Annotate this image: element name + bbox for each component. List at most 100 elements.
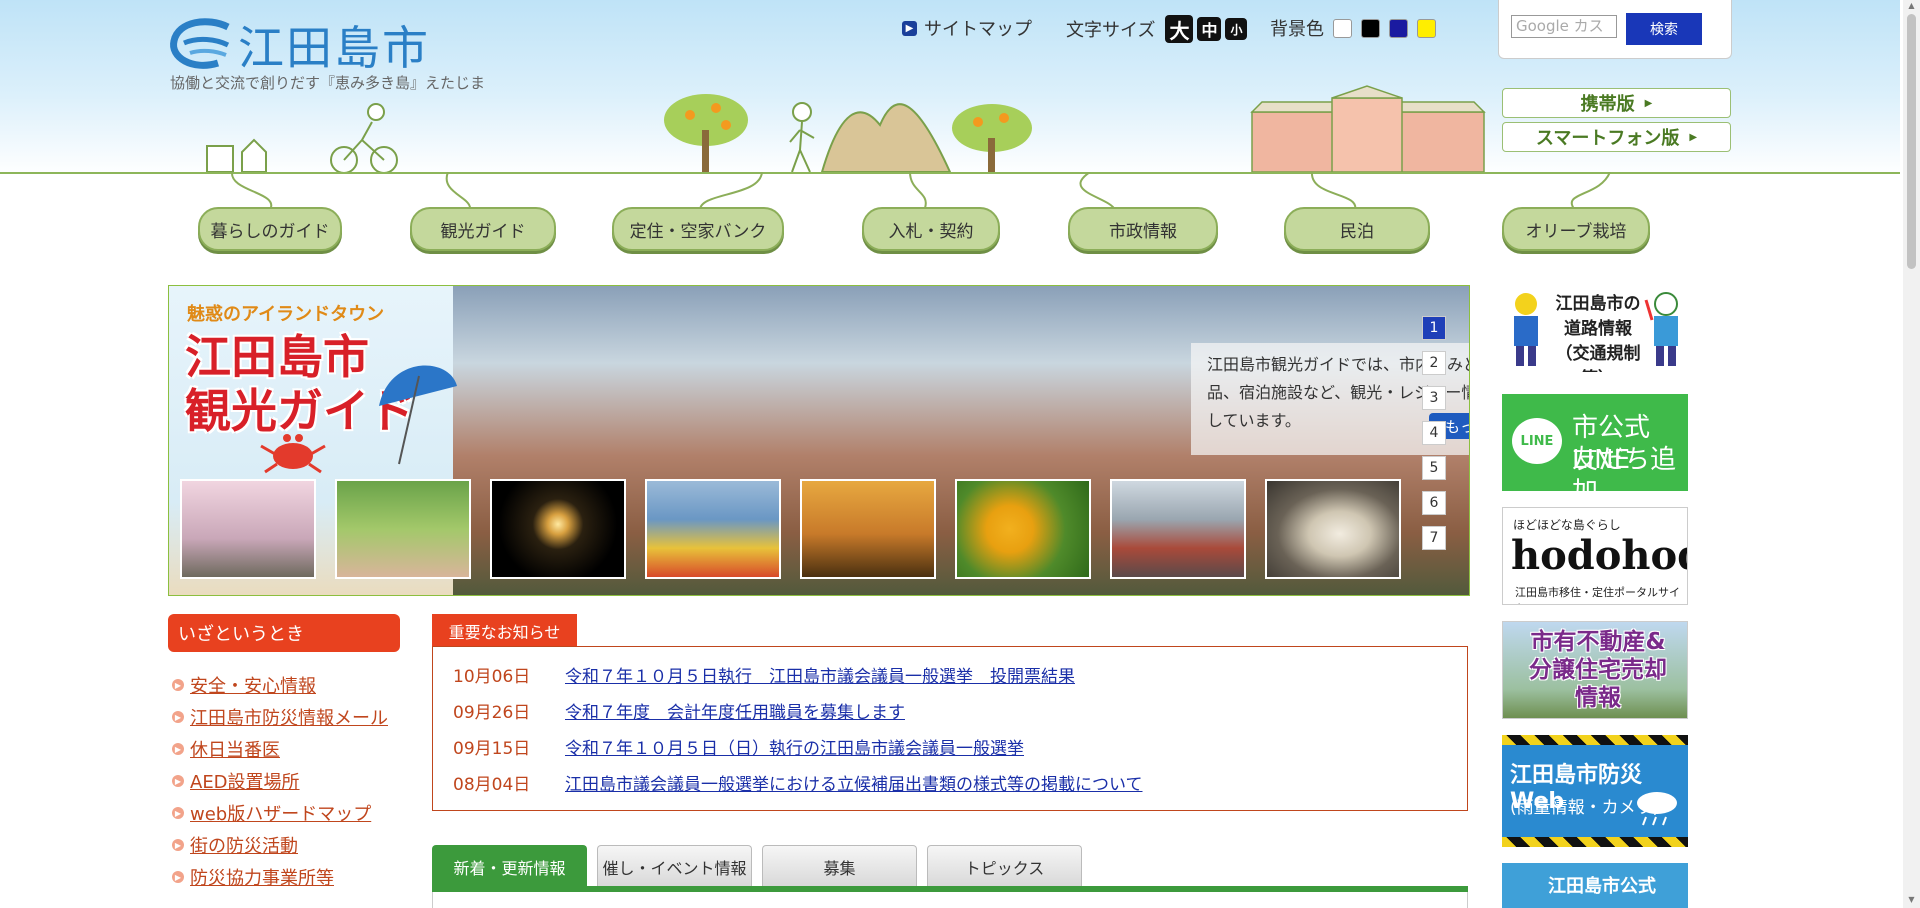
thumb-children-harvest[interactable] — [335, 479, 471, 579]
emergency-link-holiday-doctor[interactable]: ▶ 休日当番医 — [172, 736, 280, 762]
arrow-right-icon: ▶ — [172, 807, 184, 819]
bg-white-swatch[interactable] — [1333, 18, 1352, 38]
slide-button-6[interactable]: 6 — [1422, 491, 1446, 515]
emergency-link-label[interactable]: 休日当番医 — [190, 736, 280, 762]
worker-icon — [1514, 293, 1538, 366]
slide-button-7[interactable]: 7 — [1422, 526, 1446, 550]
emergency-link-label[interactable]: 江田島市防災情報メール — [190, 704, 388, 730]
notice-link[interactable]: 令和７年１０月５日（日）執行の江田島市議会議員一般選挙 — [565, 739, 1024, 759]
scroll-up-icon[interactable]: ▲ — [1907, 2, 1916, 10]
notice-item: 09月15日 令和７年１０月５日（日）執行の江田島市議会議員一般選挙 — [453, 734, 1024, 759]
tab-recruitment[interactable]: 募集 — [762, 845, 917, 887]
guard-icon — [1644, 292, 1678, 366]
notice-link[interactable]: 令和７年１０月５日執行 江田島市議会議員一般選挙 投開票結果 — [565, 667, 1075, 687]
real-estate-banner[interactable]: 市有不動産&分譲住宅売却情報 — [1502, 621, 1688, 719]
thumb-kayaking[interactable] — [645, 479, 781, 579]
line-friend-banner[interactable]: LINE 市公式LINE 友だち追加 — [1502, 394, 1688, 491]
parasol-icon — [379, 365, 457, 465]
search-button[interactable]: 検索 — [1626, 13, 1702, 45]
nav-settlement-vacant-house[interactable]: 定住・空家バンク — [612, 207, 784, 251]
tab-events[interactable]: 催し・イベント情報 — [597, 845, 752, 887]
house-illustration — [206, 138, 267, 173]
emergency-link-hazard-map[interactable]: ▶ web版ハザードマップ — [172, 800, 371, 826]
bg-yellow-swatch[interactable] — [1417, 18, 1436, 38]
nav-olive-farming[interactable]: オリーブ栽培 — [1502, 207, 1650, 251]
bg-color-control: 背景色 — [1270, 15, 1436, 41]
arrow-right-icon: ▶ — [172, 711, 184, 723]
emergency-link-aed[interactable]: ▶ AED設置場所 — [172, 768, 300, 794]
thumb-oysters[interactable] — [1265, 479, 1401, 579]
arrow-right-icon: ▶ — [172, 839, 184, 851]
emergency-link-cooperating-businesses[interactable]: ▶ 防災協力事業所等 — [172, 864, 334, 890]
font-size-medium-button[interactable]: 中 — [1197, 17, 1222, 41]
emergency-link-label[interactable]: AED設置場所 — [190, 768, 300, 794]
hodohodo-caption: 江田島市移住・定住ポータルサイト — [1515, 586, 1680, 604]
hazard-stripe-top — [1502, 735, 1688, 745]
hazard-stripe-bottom — [1502, 837, 1688, 847]
rain-cloud-icon — [1637, 792, 1677, 826]
slide-button-4[interactable]: 4 — [1422, 421, 1446, 445]
slide-button-5[interactable]: 5 — [1422, 456, 1446, 480]
emergency-link-label[interactable]: web版ハザードマップ — [190, 800, 371, 826]
important-notice-list: 10月06日 令和７年１０月５日執行 江田島市議会議員一般選挙 投開票結果 09月… — [432, 646, 1468, 811]
arrow-right-icon: ▶ — [172, 871, 184, 883]
header-illustration — [206, 85, 1486, 174]
bg-black-swatch[interactable] — [1361, 18, 1380, 38]
scrollbar-thumb[interactable] — [1907, 14, 1916, 269]
promo-subtitle: 魅惑のアイランドタウン — [187, 304, 385, 325]
font-size-control: 文字サイズ 大 中 小 — [1066, 15, 1248, 43]
emergency-link-label[interactable]: 街の防災活動 — [190, 832, 298, 858]
road-info-banner[interactable]: 江田島市の道路情報（交通規制等） — [1502, 288, 1688, 372]
nav-stems — [231, 172, 1611, 211]
arrow-right-icon: ▶ — [172, 679, 184, 691]
official-sns-label: 江田島市公式 — [1548, 876, 1656, 897]
thumb-cherry-blossoms[interactable] — [180, 479, 316, 579]
road-info-label: 江田島市の道路情報（交通規制等） — [1555, 294, 1641, 372]
thumb-sunset-beach[interactable] — [800, 479, 936, 579]
scroll-down-icon[interactable]: ▼ — [1907, 896, 1916, 904]
emergency-heading: いざというとき — [168, 614, 400, 652]
arrow-right-icon: ▶ — [172, 743, 184, 755]
mountain-illustration — [820, 103, 952, 173]
notice-date: 10月06日 — [453, 667, 531, 687]
page-scrollbar[interactable]: ▲ ▼ — [1903, 0, 1920, 908]
tab-new-updates[interactable]: 新着・更新情報 — [432, 845, 587, 887]
disaster-web-banner[interactable]: 江田島市防災Web (雨量情報・カメラ) — [1502, 735, 1688, 847]
official-sns-banner[interactable]: 江田島市公式 — [1502, 863, 1688, 908]
slide-button-2[interactable]: 2 — [1422, 351, 1446, 375]
thumb-festival[interactable] — [1110, 479, 1246, 579]
sitemap-link[interactable]: ▶ サイトマップ — [902, 15, 1032, 41]
hodohodo-subtitle: ほどほどな島ぐらし — [1513, 518, 1621, 532]
emergency-link-label[interactable]: 安全・安心情報 — [190, 672, 316, 698]
notice-link[interactable]: 江田島市議会議員一般選挙における立候補届出書類の様式等の掲載について — [565, 775, 1143, 795]
bg-blue-swatch[interactable] — [1389, 18, 1408, 38]
nav-tourism-guide[interactable]: 観光ガイド — [410, 207, 556, 251]
notice-item: 08月04日 江田島市議会議員一般選挙における立候補届出書類の様式等の掲載について — [453, 770, 1143, 795]
search-box: Google カスタ 検索 — [1498, 0, 1732, 59]
emergency-link-local-activities[interactable]: ▶ 街の防災活動 — [172, 832, 298, 858]
emergency-link-mail[interactable]: ▶ 江田島市防災情報メール — [172, 704, 388, 730]
real-estate-label: 市有不動産&分譲住宅売却情報 — [1529, 629, 1667, 711]
tab-topics[interactable]: トピックス — [927, 845, 1082, 887]
thumb-citrus[interactable] — [955, 479, 1091, 579]
nav-bidding-contract[interactable]: 入札・契約 — [862, 207, 1000, 251]
hodohodo-logo: hodohodo — [1511, 532, 1687, 579]
nav-living-guide[interactable]: 暮らしのガイド — [198, 207, 342, 251]
arrow-right-icon: ▶ — [172, 775, 184, 787]
font-size-large-button[interactable]: 大 — [1165, 15, 1194, 43]
nav-municipal-info[interactable]: 市政情報 — [1068, 207, 1218, 251]
notice-link[interactable]: 令和７年度 会計年度任用職員を募集します — [565, 703, 905, 723]
font-size-small-button[interactable]: 小 — [1225, 18, 1248, 40]
tab-panel — [432, 892, 1468, 908]
slide-button-3[interactable]: 3 — [1422, 386, 1446, 410]
orange-tree-illustration — [952, 104, 1032, 172]
nav-minpaku[interactable]: 民泊 — [1284, 207, 1430, 251]
emergency-link-safety[interactable]: ▶ 安全・安心情報 — [172, 672, 316, 698]
slide-button-1[interactable]: 1 — [1422, 316, 1446, 340]
emergency-link-label[interactable]: 防災協力事業所等 — [190, 864, 334, 890]
search-input[interactable]: Google カスタ — [1511, 15, 1617, 38]
thumb-fireworks[interactable] — [490, 479, 626, 579]
hodohodo-banner[interactable]: ほどほどな島ぐらし hodohodo 江田島市移住・定住ポータルサイト — [1502, 507, 1688, 605]
notice-date: 08月04日 — [453, 775, 531, 795]
hiker-illustration — [789, 102, 815, 173]
